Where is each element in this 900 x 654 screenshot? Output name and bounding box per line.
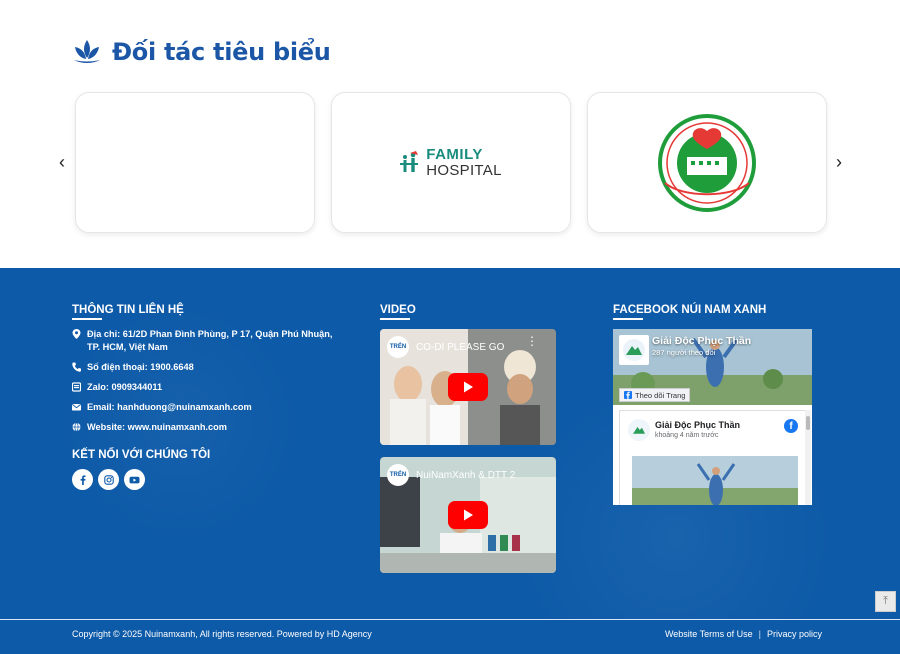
copyright-text: Copyright © 2025 Nuinamxanh, All rights …	[72, 629, 372, 639]
partners-title: Đối tác tiêu biểu	[112, 38, 331, 66]
back-to-top-button[interactable]: ⤒	[875, 591, 896, 612]
links-separator: |	[758, 629, 761, 639]
oncology-hospital-seal-icon	[658, 113, 756, 212]
terms-link[interactable]: Website Terms of Use	[665, 629, 753, 639]
contact-website-text: Website: www.nuinamxanh.com	[87, 422, 227, 432]
contact-zalo-text: Zalo: 0909344011	[87, 382, 163, 392]
instagram-icon	[103, 474, 114, 485]
phone-icon	[72, 362, 81, 372]
instagram-link[interactable]	[98, 469, 119, 490]
contact-email[interactable]: Email: hanhduong@nuinamxanh.com	[72, 401, 342, 414]
scrollbar-thumb[interactable]	[806, 416, 810, 430]
partners-section: Đối tác tiêu biểu ‹ › FAMILY HOSPITAL	[0, 0, 900, 268]
hospital-text: HOSPITAL	[426, 162, 502, 179]
contact-address-text: Địa chỉ: 61/2D Phan Đình Phùng, P 17, Qu…	[87, 329, 333, 352]
video-embed[interactable]: TRẺN CO-DI PLEASE GO ⋮	[380, 329, 556, 445]
site-footer: THÔNG TIN LIÊN HỆ Địa chỉ: 61/2D Phan Đì…	[0, 268, 900, 654]
post-author[interactable]: Giải Độc Phục Thần	[655, 420, 740, 430]
partner-card[interactable]	[587, 92, 827, 233]
mail-icon	[72, 404, 81, 411]
partner-card[interactable]: FAMILY HOSPITAL	[331, 92, 571, 233]
lotus-icon	[74, 40, 100, 63]
play-button[interactable]	[448, 373, 488, 401]
facebook-page-avatar[interactable]	[619, 335, 649, 365]
globe-icon	[72, 422, 81, 432]
facebook-logo-icon[interactable]: f	[784, 419, 798, 433]
video-title-text[interactable]: CO-DI PLEASE GO	[416, 342, 504, 353]
channel-avatar[interactable]: TRẺN	[387, 336, 409, 358]
privacy-link[interactable]: Privacy policy	[767, 629, 822, 639]
post-photo	[632, 456, 798, 505]
footer-links: Website Terms of Use | Privacy policy	[665, 629, 822, 639]
follow-page-button[interactable]: Theo dõi Trang	[619, 388, 691, 402]
social-links	[72, 469, 145, 490]
play-icon	[464, 381, 473, 393]
contact-website[interactable]: Website: www.nuinamxanh.com	[72, 421, 342, 434]
facebook-small-icon	[624, 391, 632, 399]
play-icon	[464, 509, 473, 521]
mountain-logo-icon	[633, 427, 645, 434]
facebook-link[interactable]	[72, 469, 93, 490]
carousel-prev-button[interactable]: ‹	[54, 152, 70, 173]
facebook-page-name[interactable]: Giải Độc Phục Thần	[652, 335, 751, 347]
contact-email-text: Email: hanhduong@nuinamxanh.com	[87, 402, 252, 412]
facebook-title: FACEBOOK NÚI NAM XANH	[613, 304, 766, 320]
facebook-scrollbar[interactable]	[805, 410, 811, 505]
more-vert-icon[interactable]: ⋮	[526, 335, 538, 347]
location-pin-icon	[72, 329, 81, 339]
youtube-link[interactable]	[124, 469, 145, 490]
post-image[interactable]	[632, 456, 798, 505]
contact-zalo[interactable]: Zalo: 0909344011	[72, 381, 342, 394]
contact-address: Địa chỉ: 61/2D Phan Đình Phùng, P 17, Qu…	[72, 328, 342, 354]
play-button[interactable]	[448, 501, 488, 529]
video-title: VIDEO	[380, 304, 416, 320]
follow-page-label: Theo dõi Trang	[635, 390, 686, 400]
mountain-logo-icon	[623, 339, 645, 361]
facebook-followers: 287 người theo dõi	[652, 348, 716, 357]
connect-title: KẾT NỐI VỚI CHÚNG TÔI	[72, 449, 211, 461]
contact-title: THÔNG TIN LIÊN HỆ	[72, 304, 184, 320]
contact-phone[interactable]: Số điện thoại: 1900.6648	[72, 361, 342, 374]
youtube-icon	[129, 476, 140, 483]
family-hospital-logo: FAMILY HOSPITAL	[400, 147, 501, 178]
post-avatar[interactable]	[628, 419, 650, 441]
post-time[interactable]: khoảng 4 năm trước	[655, 432, 718, 439]
channel-avatar[interactable]: TRẺN	[387, 464, 409, 486]
contact-phone-text: Số điện thoại: 1900.6648	[87, 362, 194, 372]
family-text: FAMILY	[426, 146, 483, 163]
facebook-icon	[80, 474, 85, 485]
contact-list: Địa chỉ: 61/2D Phan Đình Phùng, P 17, Qu…	[72, 328, 342, 441]
carousel-next-button[interactable]: ›	[831, 152, 847, 173]
facebook-page-widget[interactable]: Giải Độc Phục Thần 287 người theo dõi Th…	[613, 329, 812, 505]
video-embed[interactable]: TRẺN NuiNamXanh & DTT 2	[380, 457, 556, 573]
video-title-text[interactable]: NuiNamXanh & DTT 2	[416, 470, 515, 481]
zalo-icon	[72, 382, 81, 392]
facebook-post[interactable]: Giải Độc Phục Thần khoảng 4 năm trước f	[619, 410, 807, 505]
partners-header: Đối tác tiêu biểu	[72, 38, 331, 66]
family-people-icon	[400, 150, 419, 172]
partner-card[interactable]	[75, 92, 315, 233]
footer-bottom-bar: Copyright © 2025 Nuinamxanh, All rights …	[0, 619, 900, 654]
